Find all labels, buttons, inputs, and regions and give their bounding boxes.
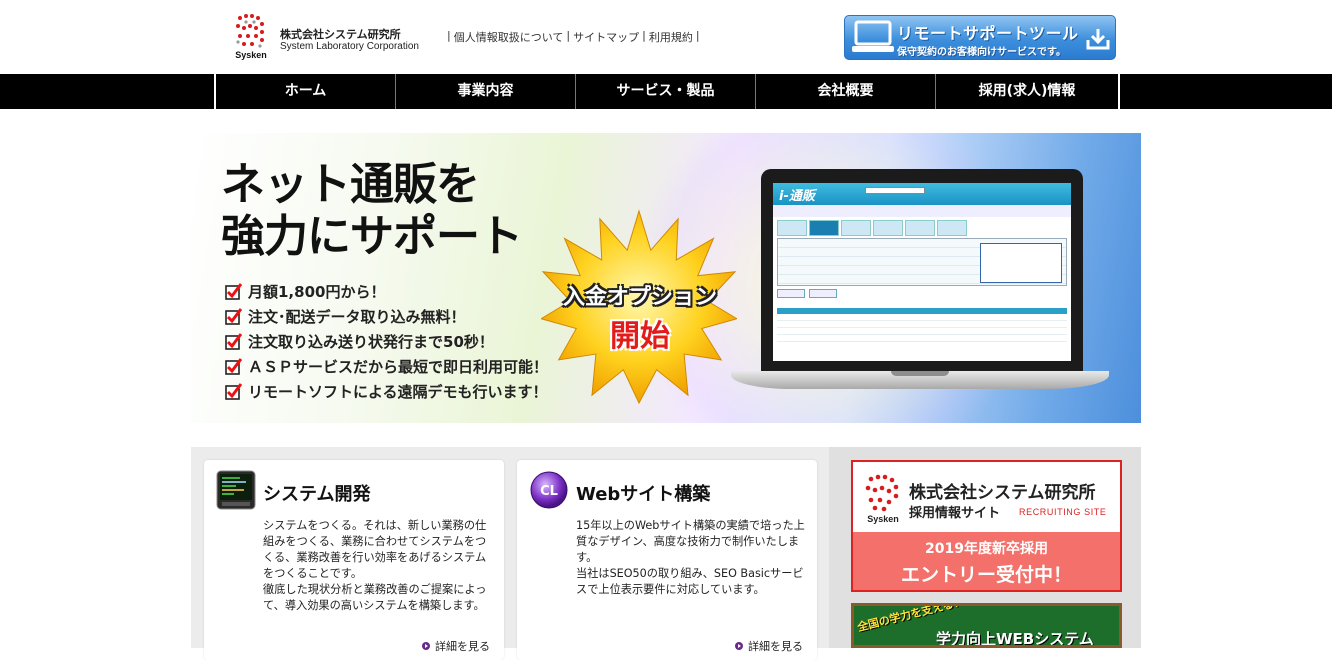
hero-feature-text: 注文･配送データ取り込み無料！ [248, 308, 466, 326]
nav-company[interactable]: 会社概要 [756, 74, 936, 109]
checkbox-checked-icon [225, 333, 242, 350]
recruit-logo-word: Sysken [867, 514, 899, 524]
badge-text: 入金オプション [562, 285, 717, 310]
recruit-entry-panel: 2019年度新卒採用 エントリー受付中！ [853, 532, 1120, 590]
link-separator: | [447, 29, 451, 42]
card-title: システム開発 [263, 484, 371, 505]
terms-link[interactable]: 利用規約 [649, 29, 693, 45]
details-link[interactable]: 詳細を見る [422, 638, 490, 654]
hero-feature: 注文･配送データ取り込み無料！ [225, 304, 548, 329]
hero-feature-text: ＡＳＰサービスだから最短で即日利用可能！ [248, 358, 549, 376]
site-header: Sysken 株式会社システム研究所 System Laboratory Cor… [0, 0, 1332, 74]
laptop-illustration: i-通販 [731, 169, 1109, 391]
app-date-panel [980, 243, 1062, 283]
app-button [809, 289, 837, 298]
app-logo: i-通販 [779, 189, 815, 204]
sysken-logo-icon: Sysken [865, 474, 899, 524]
hero-feature-text: 月額1,800円から！ [248, 283, 386, 301]
computer-icon [852, 20, 894, 52]
hero-feature: 注文取り込み送り状発行まで50秒！ [225, 329, 548, 354]
study-system-banner[interactable]: 全国の学力を支える！ 学力向上WEBシステム [851, 603, 1122, 648]
study-title: 学力向上WEBシステム [936, 630, 1094, 648]
recruit-subtitle: 採用情報サイト [909, 506, 1001, 521]
details-link-label: 詳細を見る [435, 640, 490, 653]
app-tabs [773, 217, 1071, 236]
card-description: システムをつくる。それは、新しい業務の仕組みをつくる、業務に合わせてシステムをつ… [263, 519, 487, 612]
hero-feature-text: リモートソフトによる遠隔デモも行います！ [248, 383, 548, 401]
recruiting-site-banner[interactable]: Sysken 株式会社システム研究所 採用情報サイト RECRUITING SI… [851, 460, 1122, 592]
link-separator: | [642, 29, 646, 42]
arrow-bullet-icon [422, 642, 430, 650]
link-separator: | [695, 29, 700, 42]
checkbox-checked-icon [225, 383, 242, 400]
recruit-year: 2019年度新卒採用 [925, 541, 1048, 557]
app-header: i-通販 [773, 183, 1071, 205]
app-tab [777, 220, 807, 236]
app-form [777, 238, 1067, 286]
company-name-en: System Laboratory Corporation [280, 41, 419, 52]
laptop-notch [891, 371, 949, 376]
web-globe-icon: CL [530, 471, 568, 509]
service-card-web[interactable]: CL Webサイト構築 15年以上のWebサイト構築の実績で培った上質なデザイン… [517, 460, 817, 660]
company-name-ja: 株式会社システム研究所 [280, 28, 401, 41]
card-description: 15年以上のWebサイト構築の実績で培った上質なデザイン、高度な技術力で制作いた… [576, 519, 805, 596]
remote-support-title: リモートサポートツール [897, 24, 1079, 43]
nav-services[interactable]: サービス・製品 [576, 74, 756, 109]
hero-headline-line-1: ネット通販を [221, 159, 480, 210]
app-screenshot: i-通販 [773, 183, 1071, 361]
hero-headline: ネット通販を 強力にサポート [221, 159, 523, 263]
checkbox-checked-icon [225, 283, 242, 300]
recruit-english: RECRUITING SITE [1019, 507, 1107, 517]
hero-feature-text: 注文取り込み送り状発行まで50秒！ [248, 333, 494, 351]
app-buttons [777, 289, 1067, 298]
remote-support-subtitle: 保守契約のお客様向けサービスです。 [897, 47, 1066, 58]
utility-links: | 個人情報取扱について | サイトマップ | 利用規約 | [444, 29, 703, 45]
app-table [777, 308, 1067, 348]
app-tab [937, 220, 967, 236]
nav-business[interactable]: 事業内容 [396, 74, 576, 109]
download-icon [1086, 29, 1110, 50]
app-tab [873, 220, 903, 236]
recruit-company-name: 株式会社システム研究所 [909, 483, 1096, 503]
app-breadcrumb [773, 205, 1071, 217]
nav-recruit[interactable]: 採用(求人)情報 [936, 74, 1118, 109]
details-link[interactable]: 詳細を見る [735, 638, 803, 654]
hero-feature-list: 月額1,800円から！ 注文･配送データ取り込み無料！ 注文取り込み送り状発行ま… [225, 279, 548, 404]
sitemap-link[interactable]: サイトマップ [573, 29, 639, 45]
sysken-logo[interactable]: Sysken [234, 14, 268, 62]
logo-text: Sysken [235, 50, 267, 60]
link-separator: | [566, 29, 571, 42]
service-card-system[interactable]: システム開発 システムをつくる。それは、新しい業務の仕組みをつくる、業務に合わせ… [204, 460, 504, 660]
global-nav: ホーム 事業内容 サービス・製品 会社概要 採用(求人)情報 [0, 74, 1332, 109]
hero-feature: 月額1,800円から！ [225, 279, 548, 304]
hero-banner[interactable]: ネット通販を 強力にサポート 月額1,800円から！ 注文･配送データ取り込み無… [191, 133, 1141, 423]
hero-feature: ＡＳＰサービスだから最短で即日利用可能！ [225, 354, 548, 379]
laptop-screen-frame: i-通販 [761, 169, 1083, 371]
recruit-entry-text: エントリー受付中！ [900, 564, 1072, 586]
app-tab [905, 220, 935, 236]
badge-highlight: 開始 [610, 319, 670, 354]
card-title: Webサイト構築 [576, 484, 711, 505]
checkbox-checked-icon [225, 308, 242, 325]
app-tab [841, 220, 871, 236]
hero-headline-line-2: 強力にサポート [221, 211, 523, 262]
app-tab [809, 220, 839, 236]
terminal-icon [216, 470, 256, 510]
app-button [777, 289, 805, 298]
checkbox-checked-icon [225, 358, 242, 375]
nav-home[interactable]: ホーム [216, 74, 396, 109]
app-search-bar [865, 187, 925, 194]
remote-support-button[interactable]: リモートサポートツール 保守契約のお客様向けサービスです。 [844, 15, 1116, 60]
arrow-bullet-icon [735, 642, 743, 650]
privacy-link[interactable]: 個人情報取扱について [454, 29, 564, 45]
hero-feature: リモートソフトによる遠隔デモも行います！ [225, 379, 548, 404]
svg-text:CL: CL [540, 484, 558, 499]
details-link-label: 詳細を見る [748, 640, 803, 653]
logo-dots-icon [236, 14, 264, 48]
